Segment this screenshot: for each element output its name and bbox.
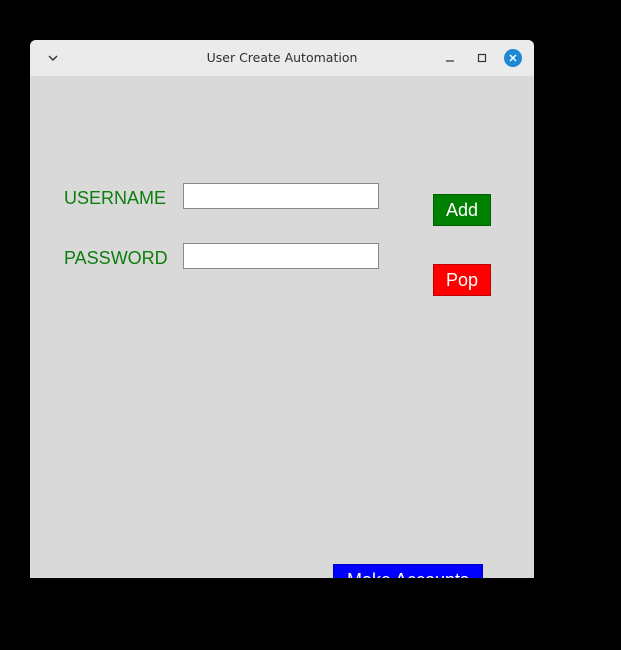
maximize-icon[interactable] (473, 49, 491, 67)
password-input[interactable] (183, 243, 379, 269)
username-input[interactable] (183, 183, 379, 209)
main-content: USERNAME PASSWORD Add Pop Make Accounts (30, 76, 534, 578)
title-bar[interactable]: User Create Automation (30, 40, 534, 77)
make-accounts-button[interactable]: Make Accounts (333, 564, 483, 578)
add-button[interactable]: Add (433, 194, 491, 226)
username-label: USERNAME (64, 188, 167, 208)
close-button[interactable] (504, 49, 522, 67)
pop-button[interactable]: Pop (433, 264, 491, 296)
password-label: PASSWORD (64, 248, 168, 268)
close-icon[interactable] (504, 49, 522, 67)
app-window: User Create Automation USERNAME PASSWORD (30, 40, 534, 578)
minimize-icon[interactable] (441, 49, 459, 67)
